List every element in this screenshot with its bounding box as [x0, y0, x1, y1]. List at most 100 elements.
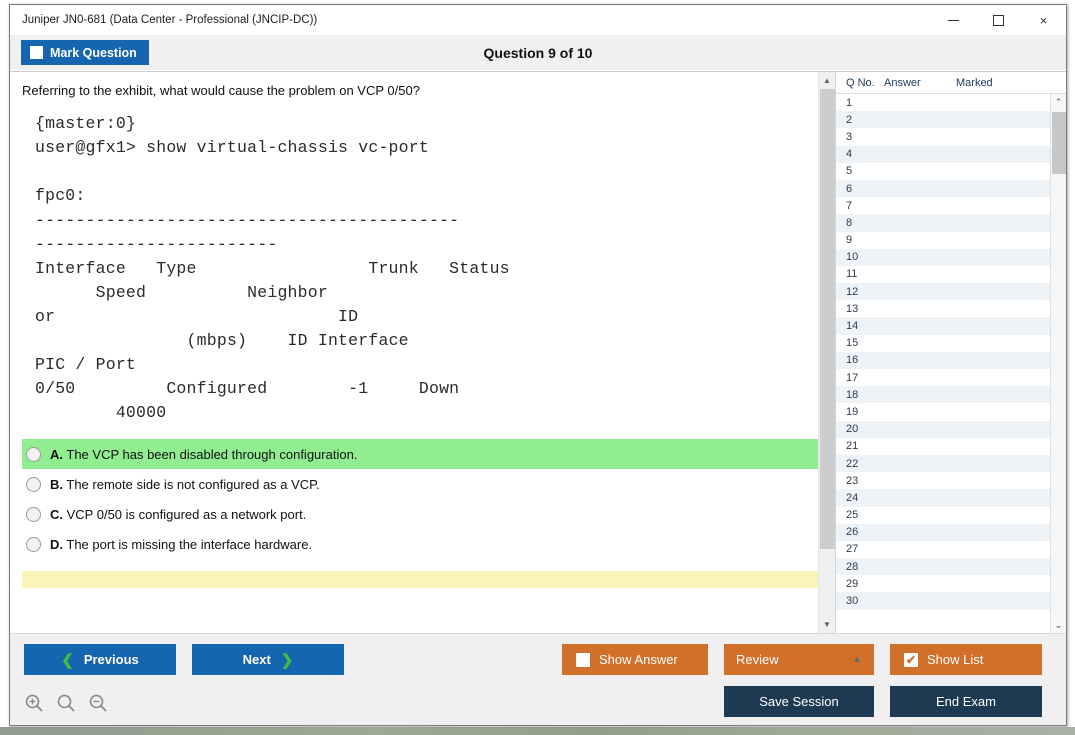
- column-header-marked: Marked: [956, 77, 1026, 89]
- review-dropdown-button[interactable]: Review ▲: [724, 644, 874, 675]
- list-scroll-thumb[interactable]: [1052, 112, 1066, 174]
- mark-question-button[interactable]: Mark Question: [21, 40, 149, 65]
- cell-qno: 15: [836, 337, 884, 349]
- cell-qno: 7: [836, 200, 884, 212]
- table-row[interactable]: 25: [836, 507, 1050, 524]
- table-row[interactable]: 21: [836, 438, 1050, 455]
- previous-label: Previous: [84, 652, 139, 667]
- answer-option-letter: B.: [50, 477, 63, 492]
- next-label: Next: [243, 652, 271, 667]
- question-list-body: 1234567891011121314151617181920212223242…: [836, 94, 1066, 633]
- zoom-reset-icon[interactable]: [56, 693, 76, 713]
- exam-toolbar: Mark Question Question 9 of 10: [10, 35, 1066, 71]
- next-button[interactable]: Next ❯: [192, 644, 344, 675]
- mark-question-label: Mark Question: [50, 46, 137, 60]
- question-list-panel: Q No. Answer Marked 12345678910111213141…: [835, 72, 1066, 633]
- answer-options: A. The VCP has been disabled through con…: [22, 439, 823, 559]
- previous-button[interactable]: ❮ Previous: [24, 644, 176, 675]
- table-row[interactable]: 27: [836, 541, 1050, 558]
- check-icon: ✔: [906, 654, 916, 666]
- end-exam-button[interactable]: End Exam: [890, 686, 1042, 717]
- zoom-out-icon[interactable]: [88, 693, 108, 713]
- show-answer-checkbox-icon[interactable]: [576, 653, 590, 667]
- table-row[interactable]: 18: [836, 386, 1050, 403]
- scroll-up-arrow-icon[interactable]: ▲: [819, 72, 836, 89]
- show-answer-button[interactable]: Show Answer: [562, 644, 708, 675]
- question-scroll-track[interactable]: [819, 89, 836, 616]
- cell-qno: 13: [836, 303, 884, 315]
- table-row[interactable]: 24: [836, 489, 1050, 506]
- mark-question-checkbox-icon[interactable]: [30, 46, 43, 59]
- question-panel: Referring to the exhibit, what would cau…: [10, 72, 835, 633]
- cell-qno: 21: [836, 440, 884, 452]
- window-controls: ×: [931, 5, 1066, 35]
- table-row[interactable]: 30: [836, 592, 1050, 609]
- note-highlight-bar: [22, 571, 823, 588]
- desktop-bottom-edge: [0, 727, 1075, 735]
- table-row[interactable]: 1: [836, 94, 1050, 111]
- show-list-label: Show List: [927, 652, 983, 667]
- window-title: Juniper JN0-681 (Data Center - Professio…: [10, 14, 317, 26]
- radio-icon[interactable]: [26, 537, 41, 552]
- table-row[interactable]: 9: [836, 232, 1050, 249]
- cell-qno: 14: [836, 320, 884, 332]
- table-row[interactable]: 23: [836, 472, 1050, 489]
- table-row[interactable]: 28: [836, 558, 1050, 575]
- table-row[interactable]: 2: [836, 111, 1050, 128]
- save-session-button[interactable]: Save Session: [724, 686, 874, 717]
- question-list-scrollbar[interactable]: ⌃ ⌄: [1050, 94, 1066, 633]
- scroll-down-arrow-icon[interactable]: ▼: [819, 616, 836, 633]
- list-scroll-up-icon[interactable]: ⌃: [1051, 94, 1067, 110]
- close-button[interactable]: ×: [1021, 5, 1066, 35]
- list-scroll-track[interactable]: [1051, 110, 1067, 617]
- question-list-rows: 1234567891011121314151617181920212223242…: [836, 94, 1050, 633]
- table-row[interactable]: 6: [836, 180, 1050, 197]
- question-panel-scrollbar[interactable]: ▲ ▼: [818, 72, 835, 633]
- table-row[interactable]: 16: [836, 352, 1050, 369]
- answer-option-label: D. The port is missing the interface har…: [50, 537, 312, 552]
- chevron-up-icon: ▲: [852, 654, 862, 665]
- table-row[interactable]: 7: [836, 197, 1050, 214]
- answer-option-d[interactable]: D. The port is missing the interface har…: [22, 529, 823, 559]
- radio-icon[interactable]: [26, 477, 41, 492]
- minimize-button[interactable]: [931, 5, 976, 35]
- chevron-left-icon: ❮: [61, 651, 74, 669]
- answer-option-letter: A.: [50, 447, 63, 462]
- list-scroll-down-icon[interactable]: ⌄: [1051, 617, 1067, 633]
- show-list-checkbox-icon[interactable]: ✔: [904, 653, 918, 667]
- zoom-in-icon[interactable]: [24, 693, 44, 713]
- radio-icon[interactable]: [26, 507, 41, 522]
- table-row[interactable]: 14: [836, 317, 1050, 334]
- column-header-qno: Q No.: [836, 77, 884, 89]
- table-row[interactable]: 4: [836, 146, 1050, 163]
- table-row[interactable]: 11: [836, 266, 1050, 283]
- question-scroll-thumb[interactable]: [820, 89, 835, 549]
- question-counter: Question 9 of 10: [10, 45, 1066, 61]
- table-row[interactable]: 8: [836, 214, 1050, 231]
- cell-qno: 24: [836, 492, 884, 504]
- table-row[interactable]: 29: [836, 575, 1050, 592]
- question-content: Referring to the exhibit, what would cau…: [10, 72, 835, 588]
- table-row[interactable]: 15: [836, 335, 1050, 352]
- answer-option-a[interactable]: A. The VCP has been disabled through con…: [22, 439, 823, 469]
- show-answer-label: Show Answer: [599, 652, 678, 667]
- table-row[interactable]: 19: [836, 403, 1050, 420]
- table-row[interactable]: 10: [836, 249, 1050, 266]
- table-row[interactable]: 17: [836, 369, 1050, 386]
- table-row[interactable]: 13: [836, 300, 1050, 317]
- table-row[interactable]: 3: [836, 128, 1050, 145]
- table-row[interactable]: 12: [836, 283, 1050, 300]
- cell-qno: 16: [836, 354, 884, 366]
- cell-qno: 9: [836, 234, 884, 246]
- answer-option-b[interactable]: B. The remote side is not configured as …: [22, 469, 823, 499]
- show-list-button[interactable]: ✔ Show List: [890, 644, 1042, 675]
- answer-option-c[interactable]: C. VCP 0/50 is configured as a network p…: [22, 499, 823, 529]
- table-row[interactable]: 26: [836, 524, 1050, 541]
- table-row[interactable]: 22: [836, 455, 1050, 472]
- cell-qno: 23: [836, 475, 884, 487]
- cell-qno: 1: [836, 97, 884, 109]
- maximize-button[interactable]: [976, 5, 1021, 35]
- radio-icon[interactable]: [26, 447, 41, 462]
- table-row[interactable]: 5: [836, 163, 1050, 180]
- table-row[interactable]: 20: [836, 421, 1050, 438]
